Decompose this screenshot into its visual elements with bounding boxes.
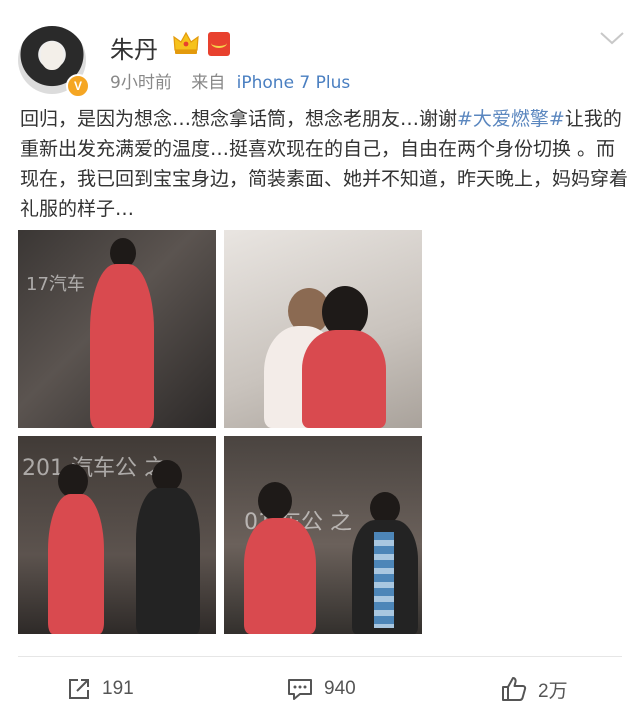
device-link[interactable]: iPhone 7 Plus	[237, 73, 351, 93]
red-packet-icon[interactable]	[208, 32, 230, 56]
photo-red-dress-posing[interactable]: 17汽车	[18, 230, 216, 428]
topic-link[interactable]: #大爱燃擎#	[457, 108, 565, 130]
post-meta: 9小时前 来自 iPhone 7 Plus	[110, 68, 350, 93]
post-header: V 朱丹 9小时前 来自 iPhone 7 Plus	[0, 0, 640, 100]
like-button[interactable]: 2万	[500, 674, 568, 704]
comment-button[interactable]: 940	[286, 674, 356, 704]
like-count: 2万	[538, 680, 568, 702]
figure-head	[258, 482, 292, 520]
divider	[18, 656, 622, 657]
chevron-down-icon[interactable]	[598, 28, 626, 48]
figure-red-dress	[48, 494, 104, 634]
figure-dark-suit	[136, 488, 200, 634]
photo-backdrop-text: 201 汽车公 之	[22, 456, 166, 481]
figure-red-dress	[90, 264, 154, 428]
username[interactable]: 朱丹	[110, 30, 158, 65]
photo-hug[interactable]	[224, 230, 422, 428]
avatar-face	[41, 42, 63, 70]
photo-stage-host[interactable]: 01 车公 之	[224, 436, 422, 634]
crown-icon[interactable]	[172, 30, 200, 56]
comment-count: 940	[324, 678, 356, 699]
photo-backdrop-text: 17汽车	[26, 274, 85, 295]
figure-head	[58, 464, 88, 498]
share-icon	[69, 679, 89, 699]
figure-scarf	[374, 532, 394, 628]
photo-grid: 17汽车 201 汽车公 之 01 车公 之	[18, 230, 422, 634]
figure-red-dress	[244, 518, 316, 634]
post-time: 9小时前	[110, 73, 172, 93]
post-text-part1: 回归，是因为想念…想念拿话筒，想念老朋友…谢谢	[20, 108, 458, 130]
verified-badge-icon: V	[66, 74, 90, 98]
post-text: 回归，是因为想念…想念拿话筒，想念老朋友…谢谢#大爱燃擎#让我的重新出发充满爱的…	[20, 104, 632, 224]
comment-icon	[288, 679, 312, 700]
share-count: 191	[102, 678, 134, 699]
photo-stage-duo[interactable]: 201 汽车公 之	[18, 436, 216, 634]
thumbs-up-icon	[502, 677, 527, 701]
share-button[interactable]: 191	[66, 674, 134, 704]
figure-red-dress	[302, 330, 386, 428]
source-prefix: 来自	[191, 73, 226, 93]
